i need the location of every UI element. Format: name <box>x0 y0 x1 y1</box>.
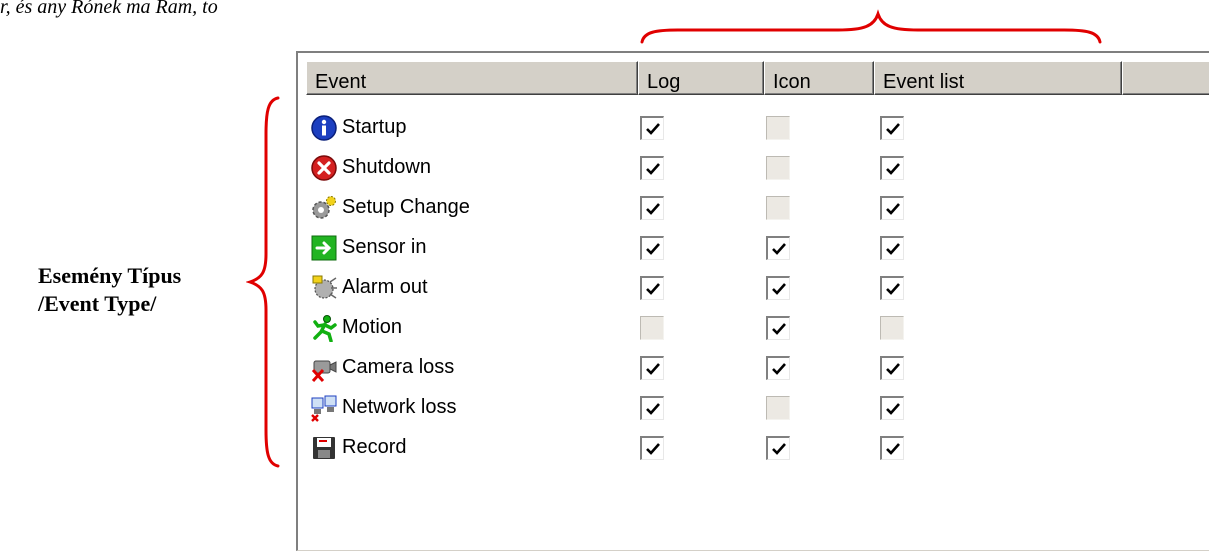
icon-checkbox[interactable] <box>766 156 790 180</box>
annotation-line-1: Esemény Típus <box>38 263 182 288</box>
event-list-checkbox[interactable] <box>880 276 904 300</box>
event-list-checkbox[interactable] <box>880 116 904 140</box>
event-grid: Event Log Icon Event list Startup Shutdow… <box>296 51 1209 551</box>
column-header-event-list[interactable]: Event list <box>874 61 1122 95</box>
log-checkbox[interactable] <box>640 116 664 140</box>
column-header-icon[interactable]: Icon <box>764 61 874 95</box>
event-label: Network loss <box>342 396 457 418</box>
column-header-log[interactable]: Log <box>638 61 764 95</box>
icon-checkbox[interactable] <box>766 276 790 300</box>
table-row[interactable]: Shutdown <box>306 150 1126 186</box>
event-list-checkbox[interactable] <box>880 316 904 340</box>
log-checkbox[interactable] <box>640 436 664 460</box>
event-label: Alarm out <box>342 276 428 298</box>
table-row[interactable]: Camera loss <box>306 350 1126 386</box>
table-row[interactable]: Setup Change <box>306 190 1126 226</box>
alarm-icon <box>310 274 338 302</box>
sensor-arrow-icon <box>310 234 338 262</box>
top-bracket <box>640 9 1102 44</box>
annotation-line-2: /Event Type/ <box>38 291 157 316</box>
icon-checkbox[interactable] <box>766 436 790 460</box>
table-row[interactable]: Startup <box>306 110 1126 146</box>
gear-icon <box>310 194 338 222</box>
event-list-checkbox[interactable] <box>880 236 904 260</box>
top-text-fragment: r, és any Rónek ma Ram, to <box>0 0 218 18</box>
info-icon <box>310 114 338 142</box>
event-label: Setup Change <box>342 196 470 218</box>
event-list-checkbox[interactable] <box>880 436 904 460</box>
event-label: Camera loss <box>342 356 455 378</box>
table-row[interactable]: Network loss <box>306 390 1126 426</box>
column-header-event[interactable]: Event <box>306 61 638 95</box>
icon-checkbox[interactable] <box>766 236 790 260</box>
table-row[interactable]: Record <box>306 430 1126 466</box>
event-list-checkbox[interactable] <box>880 196 904 220</box>
event-label: Startup <box>342 116 407 138</box>
grid-header: Event Log Icon Event list <box>306 61 1209 95</box>
log-checkbox[interactable] <box>640 196 664 220</box>
event-label: Motion <box>342 316 403 338</box>
log-checkbox[interactable] <box>640 356 664 380</box>
log-checkbox[interactable] <box>640 236 664 260</box>
log-checkbox[interactable] <box>640 156 664 180</box>
running-man-icon <box>310 314 338 343</box>
network-loss-icon <box>310 394 338 422</box>
icon-checkbox[interactable] <box>766 116 790 140</box>
event-list-checkbox[interactable] <box>880 156 904 180</box>
left-bracket <box>246 96 280 468</box>
floppy-disk-icon <box>310 434 338 462</box>
icon-checkbox[interactable] <box>766 396 790 420</box>
camera-loss-icon <box>310 354 338 383</box>
icon-checkbox[interactable] <box>766 196 790 220</box>
log-checkbox[interactable] <box>640 316 664 340</box>
log-checkbox[interactable] <box>640 276 664 300</box>
table-row[interactable]: Motion <box>306 310 1126 346</box>
event-list-checkbox[interactable] <box>880 396 904 420</box>
event-type-annotation: Esemény Típus /Event Type/ <box>38 262 181 318</box>
icon-checkbox[interactable] <box>766 316 790 340</box>
event-label: Shutdown <box>342 156 431 178</box>
event-label: Record <box>342 436 407 458</box>
shutdown-icon <box>310 154 338 182</box>
table-row[interactable]: Alarm out <box>306 270 1126 306</box>
table-row[interactable]: Sensor in <box>306 230 1126 266</box>
log-checkbox[interactable] <box>640 396 664 420</box>
icon-checkbox[interactable] <box>766 356 790 380</box>
column-header-filler <box>1122 61 1209 95</box>
event-label: Sensor in <box>342 236 427 258</box>
event-list-checkbox[interactable] <box>880 356 904 380</box>
